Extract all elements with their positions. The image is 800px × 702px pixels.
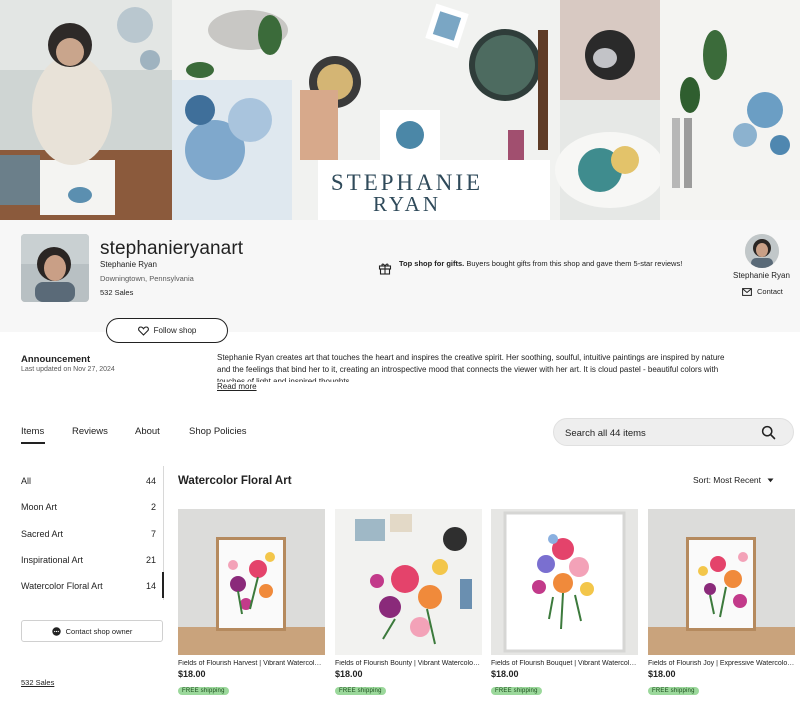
chat-icon	[51, 626, 61, 636]
contact-button[interactable]: Contact	[742, 287, 783, 296]
sales-link[interactable]: 532 Sales	[21, 678, 54, 687]
announcement-date: Last updated on Nov 27, 2024	[21, 366, 115, 373]
gift-note-title: Top shop for gifts.	[399, 259, 465, 268]
read-more-link[interactable]: Read more	[217, 382, 257, 391]
sidebar-item-label: All	[21, 476, 32, 486]
free-shipping-badge: FREE shipping	[178, 687, 229, 695]
listing-price: $18.00	[178, 669, 206, 679]
follow-shop-button[interactable]: Follow shop	[106, 318, 228, 343]
shop-name: stephanieryanart	[100, 238, 244, 259]
contact-shop-owner-label: Contact shop owner	[65, 626, 133, 636]
sidebar-item-watercolor-floral-art[interactable]: Watercolor Floral Art 14	[21, 581, 164, 597]
tab-reviews[interactable]: Reviews	[72, 426, 108, 437]
envelope-icon	[742, 287, 752, 296]
owner-name: Stephanie Ryan	[100, 260, 157, 269]
free-shipping-badge: FREE shipping	[648, 687, 699, 695]
listing-title[interactable]: Fields of Flourish Bouquet | Vibrant Wat…	[491, 660, 638, 667]
top-shop-for-gifts-note: Top shop for gifts. Buyers bought gifts …	[399, 258, 684, 269]
listing-card[interactable]: Fields of Flourish Joy | Expressive Wate…	[648, 509, 795, 697]
free-shipping-badge: FREE shipping	[491, 687, 542, 695]
announcement-title: Announcement	[21, 354, 91, 365]
sidebar-active-indicator	[162, 572, 164, 598]
owner-name-contact: Stephanie Ryan	[733, 271, 790, 280]
listing-card[interactable]: Fields of Flourish Harvest | Vibrant Wat…	[178, 509, 325, 697]
listing-price: $18.00	[491, 669, 519, 679]
free-shipping-badge: FREE shipping	[335, 687, 386, 695]
listing-price: $18.00	[648, 669, 676, 679]
tab-about[interactable]: About	[135, 426, 160, 437]
listing-image[interactable]	[491, 509, 638, 655]
sidebar-item-count: 21	[145, 555, 156, 565]
contact-shop-owner-button[interactable]: Contact shop owner	[21, 620, 163, 642]
search-input[interactable]	[565, 425, 755, 441]
shop-search	[553, 418, 794, 446]
shop-avatar	[21, 234, 89, 302]
gift-icon	[378, 263, 392, 275]
sort-dropdown[interactable]: Sort: Most Recent	[693, 475, 774, 485]
gift-note-text: Buyers bought gifts from this shop and g…	[464, 259, 683, 268]
search-icon[interactable]	[761, 425, 776, 440]
shop-sales-count: 532 Sales	[100, 288, 134, 297]
sidebar-item-count: 44	[145, 476, 156, 486]
listing-title[interactable]: Fields of Flourish Bounty | Vibrant Wate…	[335, 660, 482, 667]
announcement-body: Stephanie Ryan creates art that touches …	[217, 353, 725, 382]
tab-shop-policies[interactable]: Shop Policies	[189, 426, 247, 437]
listing-card[interactable]: Fields of Flourish Bouquet | Vibrant Wat…	[491, 509, 638, 697]
sidebar-item-all[interactable]: All 44	[21, 476, 164, 492]
chevron-down-icon	[767, 478, 774, 482]
listing-title[interactable]: Fields of Flourish Joy | Expressive Wate…	[648, 660, 795, 667]
listing-image[interactable]	[648, 509, 795, 655]
listing-card[interactable]: Fields of Flourish Bounty | Vibrant Wate…	[335, 509, 482, 697]
sidebar-item-sacred-art[interactable]: Sacred Art 7	[21, 529, 164, 545]
follow-shop-label: Follow shop	[153, 326, 197, 335]
shop-location: Downingtown, Pennsylvania	[100, 274, 194, 283]
sidebar-item-inspirational-art[interactable]: Inspirational Art 21	[21, 555, 164, 571]
contact-label: Contact	[757, 287, 783, 296]
shop-banner: STEPHANIE RYAN	[0, 0, 800, 220]
banner-collage-image: STEPHANIE RYAN	[0, 0, 800, 220]
sidebar-item-label: Watercolor Floral Art	[21, 581, 103, 591]
sort-label: Sort: Most Recent	[693, 475, 762, 485]
sidebar-item-label: Moon Art	[21, 502, 58, 512]
tab-items[interactable]: Items	[21, 426, 44, 437]
heart-icon	[137, 325, 149, 336]
section-title: Watercolor Floral Art	[178, 475, 292, 487]
sidebar-item-label: Inspirational Art	[21, 555, 84, 565]
sidebar-item-label: Sacred Art	[21, 529, 64, 539]
listing-title[interactable]: Fields of Flourish Harvest | Vibrant Wat…	[178, 660, 325, 667]
active-tab-indicator	[21, 442, 45, 444]
sidebar-item-moon-art[interactable]: Moon Art 2	[21, 502, 164, 518]
owner-avatar[interactable]	[745, 234, 779, 268]
listing-image[interactable]	[178, 509, 325, 655]
listing-image[interactable]	[335, 509, 482, 655]
listing-price: $18.00	[335, 669, 363, 679]
svg-text:RYAN: RYAN	[373, 192, 441, 216]
